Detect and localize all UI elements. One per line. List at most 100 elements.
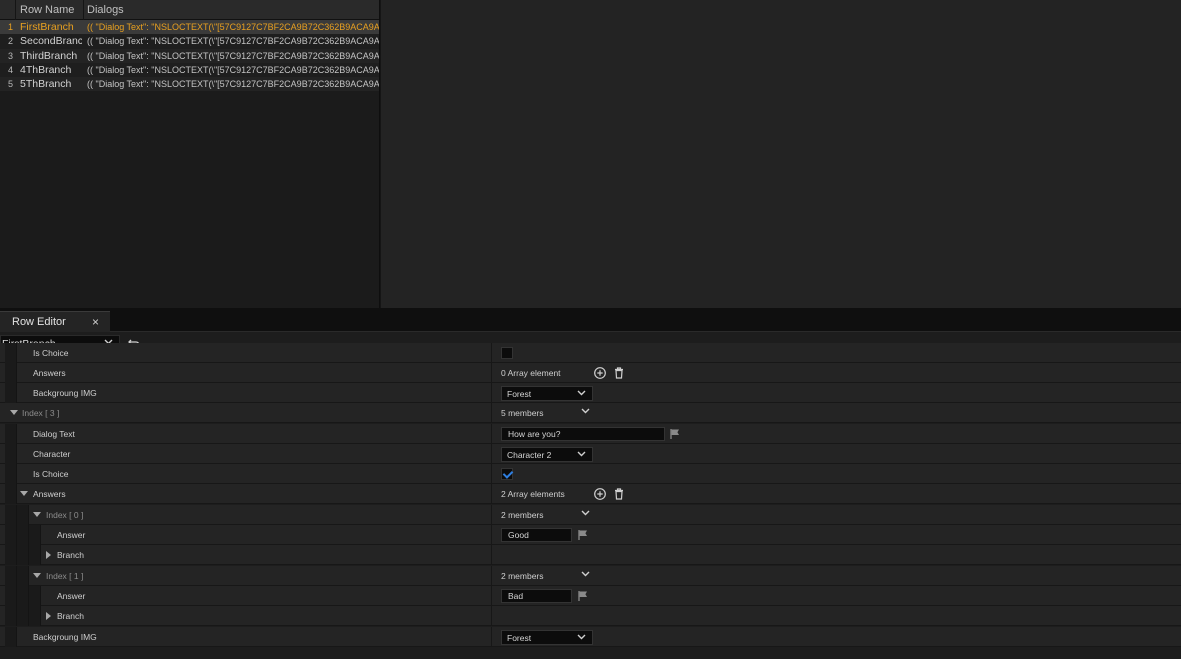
column-splitter[interactable] [491,627,492,647]
tab-bar: Row Editor × [0,308,1181,332]
indent-gutter [5,525,17,545]
column-splitter[interactable] [491,545,492,565]
prop-index-3[interactable]: Index [ 3 ] 5 members [0,403,1181,423]
indent-gutter [29,586,41,606]
prop-answers: Answers 0 Array element [0,363,1181,383]
dropdown-value: Forest [507,633,532,643]
column-splitter[interactable] [491,606,492,626]
indent-gutter [29,545,41,565]
dropdown-value: Character 2 [507,450,552,460]
expand-triangle-icon[interactable] [46,551,51,559]
input-value: Good [508,530,529,540]
flag-icon[interactable] [577,529,589,541]
prop-background-img: Backgroung IMG Forest [0,627,1181,647]
column-splitter[interactable] [491,343,492,363]
row-dialogs: (( "Dialog Text": "NSLOCTEXT(\"[57C9127C… [87,79,379,90]
dropdown-value: Forest [507,389,532,399]
column-splitter[interactable] [491,505,492,525]
column-splitter[interactable] [491,363,492,383]
prop-background-img: Backgroung IMG Forest [0,383,1181,403]
indent-gutter [5,606,17,626]
prop-label: Branch [57,550,84,560]
column-splitter[interactable] [491,586,492,606]
indent-gutter [17,606,29,626]
prop-label: Index [ 0 ] [46,510,84,520]
members-count: 5 members [501,408,544,418]
prop-branch[interactable]: Branch [0,545,1181,565]
array-count: 0 Array element [501,368,561,378]
column-splitter[interactable] [491,525,492,545]
collapse-triangle-icon[interactable] [20,491,28,496]
column-splitter[interactable] [491,464,492,484]
prop-label: Answer [57,530,86,540]
indent-gutter [29,525,41,545]
row-dialogs: (( "Dialog Text": "NSLOCTEXT(\"[57C9127C… [87,64,379,75]
trash-icon[interactable] [612,487,626,501]
prop-label: Answers [33,368,66,378]
chevron-down-icon [577,634,586,640]
prop-index-0[interactable]: Index [ 0 ] 2 members [0,505,1181,525]
table-row[interactable]: 3 ThirdBranch (( "Dialog Text": "NSLOCTE… [0,48,379,63]
table-rows: 1 FirstBranch (( "Dialog Text": "NSLOCTE… [0,20,379,92]
empty-panel-area [381,0,1181,308]
tab-label: Row Editor [12,316,66,328]
collapse-triangle-icon[interactable] [33,512,41,517]
column-splitter[interactable] [491,484,492,504]
prop-character: Character Character 2 [0,444,1181,464]
column-splitter[interactable] [491,424,492,444]
column-divider[interactable] [15,0,16,20]
table-row[interactable]: 4 4ThBranch (( "Dialog Text": "NSLOCTEXT… [0,62,379,78]
trash-icon[interactable] [612,366,626,380]
collapse-triangle-icon[interactable] [33,573,41,578]
row-name: FirstBranch [20,21,74,33]
background-img-dropdown[interactable]: Forest [501,386,593,401]
answer-input[interactable]: Good [501,528,572,542]
close-icon[interactable]: × [92,315,99,329]
prop-answer: Answer Bad [0,586,1181,606]
add-circle-icon[interactable] [593,366,607,380]
column-splitter[interactable] [491,566,492,586]
chevron-down-icon[interactable] [581,510,590,516]
table-row[interactable]: 5 5ThBranch (( "Dialog Text": "NSLOCTEXT… [0,77,379,92]
column-header-dialogs[interactable]: Dialogs [87,4,124,16]
indent-gutter [29,606,41,626]
prop-label: Index [ 1 ] [46,571,84,581]
prop-label: Is Choice [33,348,69,358]
input-value: How are you? [508,429,561,439]
prop-index-1[interactable]: Index [ 1 ] 2 members [0,566,1181,586]
indent-gutter [5,505,17,525]
is-choice-checkbox[interactable] [501,347,513,359]
character-dropdown[interactable]: Character 2 [501,447,593,462]
add-circle-icon[interactable] [593,487,607,501]
answer-input[interactable]: Bad [501,589,572,603]
chevron-down-icon[interactable] [581,571,590,577]
chevron-down-icon[interactable] [581,408,590,414]
expand-triangle-icon[interactable] [46,612,51,620]
column-splitter[interactable] [491,444,492,464]
row-name: 4ThBranch [20,63,72,76]
flag-icon[interactable] [669,428,681,440]
property-list: Is Choice Answers 0 Array element Backgr… [0,343,1181,659]
table-row[interactable]: 2 SecondBranch (( "Dialog Text": "NSLOCT… [0,34,379,49]
is-choice-checkbox[interactable] [501,468,513,480]
prop-answers[interactable]: Answers 2 Array elements [0,484,1181,504]
column-divider[interactable] [83,0,84,20]
row-dialogs: (( "Dialog Text": "NSLOCTEXT(\"[57C9127C… [87,36,379,47]
column-splitter[interactable] [491,403,492,423]
indent-gutter [5,586,17,606]
dialog-text-input[interactable]: How are you? [501,427,665,441]
row-dialogs: (( "Dialog Text": "NSLOCTEXT(\"[57C9127C… [87,22,379,32]
column-splitter[interactable] [491,383,492,403]
tab-row-editor[interactable]: Row Editor × [0,311,110,332]
prop-branch[interactable]: Branch [0,606,1181,626]
indent-gutter [5,343,17,363]
background-img-dropdown[interactable]: Forest [501,630,593,645]
input-value: Bad [508,591,524,601]
collapse-triangle-icon[interactable] [10,410,18,415]
indent-gutter [5,424,17,444]
column-header-row-name[interactable]: Row Name [20,4,74,16]
indent-gutter [5,627,17,647]
flag-icon[interactable] [577,590,589,602]
row-index: 3 [8,50,14,61]
table-row[interactable]: 1 FirstBranch (( "Dialog Text": "NSLOCTE… [0,20,379,35]
